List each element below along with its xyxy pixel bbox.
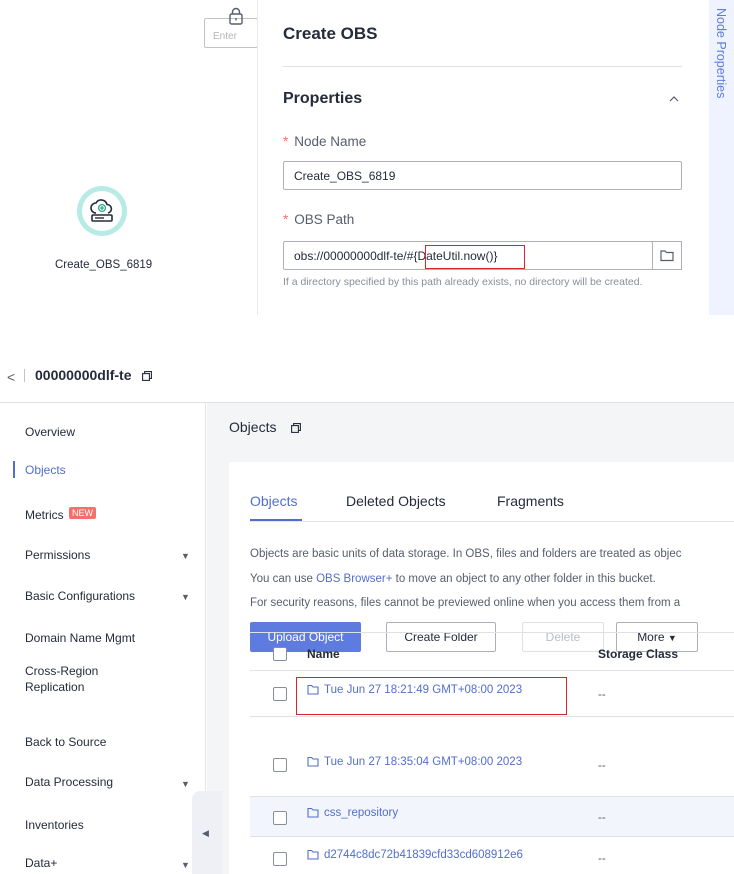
browse-folder-button[interactable] xyxy=(652,241,682,270)
panel-divider xyxy=(283,66,682,67)
obs-path-label: * OBS Path xyxy=(283,212,355,227)
chevron-up-icon[interactable] xyxy=(668,93,680,105)
upload-object-button[interactable]: Upload Object xyxy=(250,622,361,652)
description-line-2: You can use OBS Browser+ to move an obje… xyxy=(250,573,656,585)
obs-path-prefix: obs://00000000dlf-te/# xyxy=(294,249,414,263)
delete-button[interactable]: Delete xyxy=(522,622,604,652)
storage-class-value: -- xyxy=(598,853,606,865)
sidebar-item-overview[interactable]: Overview xyxy=(25,425,75,439)
required-mark: * xyxy=(283,212,289,227)
row-checkbox[interactable] xyxy=(273,758,287,772)
storage-class-value: -- xyxy=(598,812,606,824)
chevron-down-icon: ▼ xyxy=(181,592,190,602)
tab-fragments[interactable]: Fragments xyxy=(497,493,564,509)
sidebar-item-metrics[interactable]: Metrics xyxy=(25,508,64,522)
node-properties-label: Node Properties xyxy=(714,8,728,99)
storage-class-value: -- xyxy=(598,760,606,772)
page-title: Objects xyxy=(229,419,277,435)
row-checkbox[interactable] xyxy=(273,811,287,825)
folder-icon xyxy=(660,250,674,262)
highlight-box xyxy=(296,677,567,715)
sidebar-item-objects[interactable]: Objects xyxy=(25,463,66,477)
tab-deleted-objects[interactable]: Deleted Objects xyxy=(346,493,446,509)
table-row-name[interactable]: d2744c8dc72b41839cfd33cd608912e6 xyxy=(307,849,523,861)
path-hint: If a directory specified by this path al… xyxy=(283,276,643,288)
row-checkbox[interactable] xyxy=(273,852,287,866)
panel-title: Create OBS xyxy=(283,24,378,43)
highlight-box xyxy=(425,245,525,269)
lock-icon[interactable] xyxy=(228,7,244,25)
collapse-arrow-icon: ◀ xyxy=(202,828,209,838)
sidebar-item-data-processing[interactable]: Data Processing xyxy=(25,775,113,789)
node-name-label: * Node Name xyxy=(283,134,367,149)
chevron-down-icon: ▼ xyxy=(181,779,190,789)
bucket-name: 00000000dlf-te xyxy=(35,367,132,383)
sidebar-item-cross-region[interactable]: Cross-Region xyxy=(25,664,98,678)
sidebar-item-domain-name-mgmt[interactable]: Domain Name Mgmt xyxy=(25,631,135,645)
new-badge: NEW xyxy=(69,507,96,519)
storage-class-value: -- xyxy=(598,689,606,701)
active-tab-indicator xyxy=(250,519,302,521)
table-row-name[interactable]: css_repository xyxy=(307,807,398,819)
table-top-line xyxy=(250,632,734,633)
active-indicator xyxy=(13,461,15,478)
sidebar-item-replication[interactable]: Replication xyxy=(25,680,84,694)
folder-icon xyxy=(307,849,319,860)
header-separator xyxy=(24,369,25,382)
sidebar-item-data-plus[interactable]: Data+ xyxy=(25,856,57,870)
chevron-down-icon: ▼ xyxy=(181,551,190,561)
node-name-input[interactable]: Create_OBS_6819 xyxy=(283,161,682,190)
row-divider xyxy=(250,670,734,671)
sidebar-item-back-to-source[interactable]: Back to Source xyxy=(25,735,106,749)
description-line-3: For security reasons, files cannot be pr… xyxy=(250,597,681,609)
description-line-1: Objects are basic units of data storage.… xyxy=(250,548,682,560)
sidebar-item-basic-configurations[interactable]: Basic Configurations xyxy=(25,589,135,603)
copy-icon[interactable] xyxy=(291,423,301,433)
row-divider xyxy=(250,836,734,837)
cloud-upload-icon xyxy=(90,199,113,222)
copy-icon[interactable] xyxy=(142,371,152,381)
sidebar-item-permissions[interactable]: Permissions xyxy=(25,548,90,562)
table-row-name[interactable]: Tue Jun 27 18:35:04 GMT+08:00 2023 xyxy=(307,756,522,768)
back-button[interactable]: < xyxy=(7,369,15,385)
tabs-divider xyxy=(250,521,734,522)
row-divider xyxy=(250,716,734,717)
folder-icon xyxy=(307,807,319,818)
folder-icon xyxy=(307,756,319,767)
row-checkbox[interactable] xyxy=(273,687,287,701)
tab-objects[interactable]: Objects xyxy=(250,493,297,509)
create-folder-button[interactable]: Create Folder xyxy=(386,622,496,652)
column-storage-class[interactable]: Storage Class xyxy=(598,647,678,661)
select-all-checkbox[interactable] xyxy=(273,647,287,661)
obs-browser-link[interactable]: OBS Browser+ xyxy=(316,573,392,585)
sidebar-item-inventories[interactable]: Inventories xyxy=(25,818,84,832)
section-title: Properties xyxy=(283,90,363,107)
required-mark: * xyxy=(283,134,289,149)
chevron-down-icon: ▼ xyxy=(667,633,677,643)
column-name[interactable]: Name xyxy=(307,647,340,661)
node-label: Create_OBS_6819 xyxy=(55,259,153,271)
chevron-down-icon: ▼ xyxy=(181,860,190,870)
